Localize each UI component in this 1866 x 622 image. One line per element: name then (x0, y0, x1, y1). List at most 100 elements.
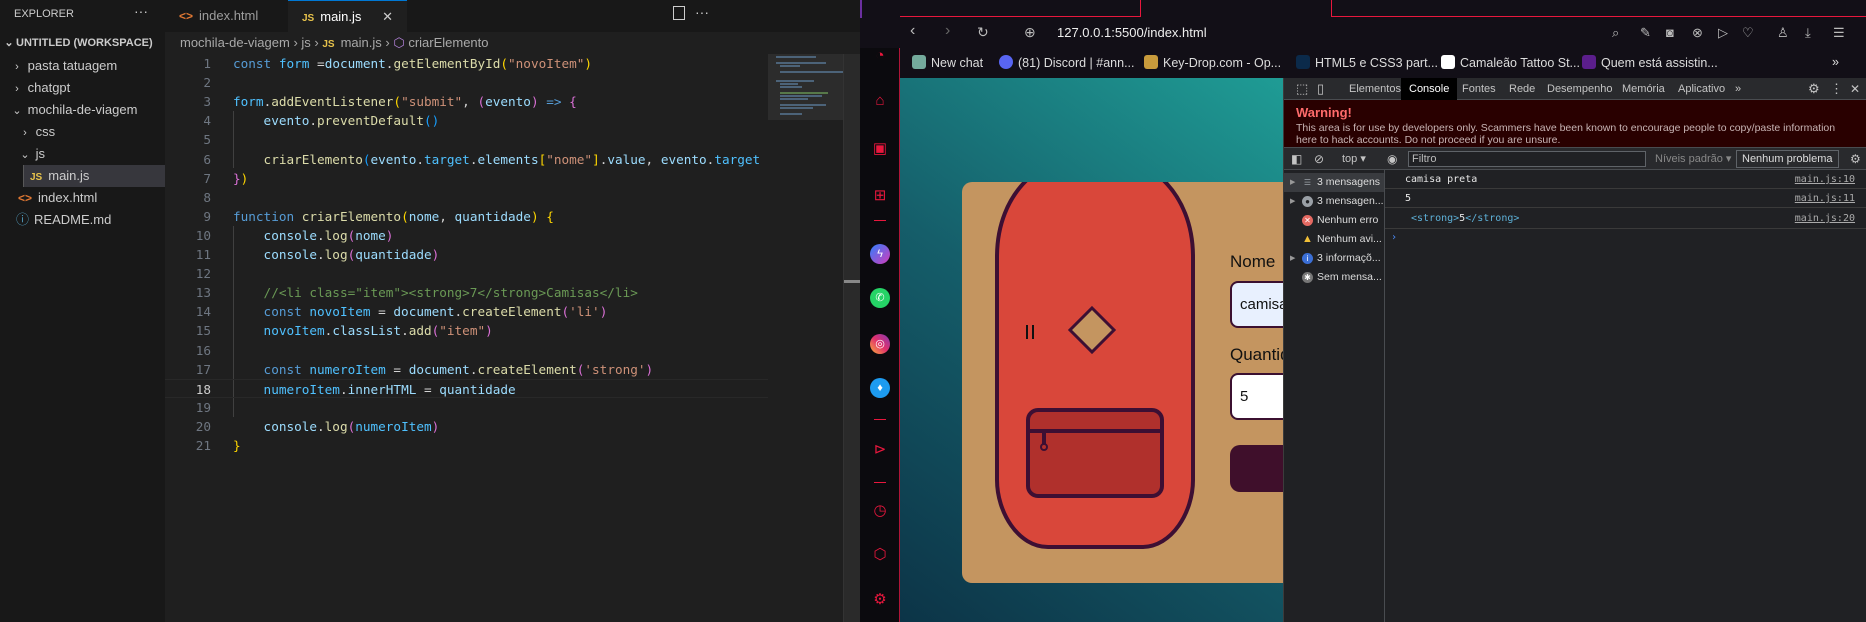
code-line[interactable]: 10 console.log(nome) (165, 226, 768, 245)
clear-console-icon[interactable]: ⊘ (1314, 148, 1324, 170)
edit-icon[interactable]: ✎ (1640, 25, 1651, 41)
more-options-icon[interactable]: ⋮ (1830, 78, 1843, 100)
tab-console[interactable]: Console (1401, 78, 1458, 100)
twitch-icon[interactable]: ▣ (870, 139, 890, 159)
twitter-icon[interactable]: ♦ (870, 378, 890, 398)
send-icon[interactable]: ▷ (1718, 25, 1728, 41)
live-expression-eye-icon[interactable]: ◉ (1387, 148, 1397, 170)
minimap[interactable] (768, 54, 843, 622)
console-prompt[interactable]: › (1385, 229, 1866, 247)
code-line[interactable]: 20 console.log(numeroItem) (165, 417, 768, 436)
history-clock-icon[interactable]: ◷ (870, 501, 890, 521)
code-line[interactable]: 4 evento.preventDefault() (165, 111, 768, 130)
tree-item-main-js[interactable]: JS main.js (23, 165, 165, 187)
bookmarks-more-button[interactable]: » (1832, 55, 1839, 69)
console-message[interactable]: <strong>5</strong> main.js:20 (1385, 208, 1866, 229)
split-editor-icon[interactable] (673, 6, 685, 20)
filter-input[interactable]: Filtro (1408, 151, 1646, 167)
speed-dial-icon[interactable]: ◔ (870, 46, 890, 66)
code-line[interactable]: 18 numeroItem.innerHTML = quantidade (165, 378, 768, 398)
code-line[interactable]: 5 (165, 130, 768, 149)
tree-item-pasta-tatuagem[interactable]: › pasta tatuagem (0, 55, 165, 77)
close-icon[interactable]: ✕ (1850, 78, 1860, 100)
messenger-icon[interactable]: ϟ (870, 244, 890, 264)
more-actions-icon[interactable]: ··· (134, 3, 148, 19)
code-line[interactable]: 8 (165, 188, 768, 207)
scrollbar-thumb[interactable] (844, 280, 861, 283)
active-browser-tab[interactable] (1140, 0, 1332, 17)
bookmark-camaleao[interactable]: Camaleão Tattoo St... (1441, 55, 1580, 70)
code-line[interactable]: 15 novoItem.classList.add("item") (165, 321, 768, 340)
tab-memoria[interactable]: Memória (1622, 78, 1665, 100)
bookmark-discord[interactable]: (81) Discord | #ann... (999, 55, 1135, 70)
breadcrumb-file[interactable]: main.js (341, 35, 382, 50)
code-line[interactable]: 19 (165, 398, 768, 417)
whatsapp-icon[interactable]: ✆ (870, 288, 890, 308)
profile-icon[interactable]: ♙ (1777, 25, 1789, 41)
source-link[interactable]: main.js:11 (1795, 189, 1855, 208)
code-line[interactable]: 17 const numeroItem = document.createEle… (165, 360, 768, 379)
forward-icon[interactable]: › (945, 22, 950, 40)
chip-icon[interactable]: ⊞ (870, 186, 890, 206)
tree-item-css[interactable]: › css (0, 121, 165, 143)
editor-scrollbar[interactable] (843, 54, 861, 622)
sidebar-messages[interactable]: ▶ ☰ 3 mensagens (1284, 173, 1384, 192)
tree-item-mochila-de-viagem[interactable]: ⌄ mochila-de-viagem (0, 99, 165, 121)
camera-icon[interactable]: ◙ (1666, 25, 1674, 40)
tab-desempenho[interactable]: Desempenho (1547, 78, 1612, 100)
breadcrumb-folder[interactable]: mochila-de-viagem (180, 35, 290, 50)
code-line[interactable]: 3 form.addEventListener("submit", (evento… (165, 92, 768, 111)
code-line[interactable]: 7}) (165, 169, 768, 188)
download-icon[interactable]: ⤓ (1805, 25, 1811, 41)
source-link[interactable]: main.js:10 (1795, 170, 1855, 189)
code-line[interactable]: 21} (165, 436, 768, 455)
tab-index-html[interactable]: <> index.html (165, 0, 288, 32)
back-icon[interactable]: ‹ (910, 22, 915, 40)
tab-fontes[interactable]: Fontes (1462, 78, 1496, 100)
console-settings-gear-icon[interactable]: ⚙ (1850, 148, 1861, 170)
more-actions-icon[interactable]: ··· (695, 4, 709, 20)
heart-icon[interactable]: ♡ (1742, 25, 1754, 41)
nome-input[interactable]: camisa preta (1230, 281, 1283, 328)
settings-gear-icon[interactable]: ⚙ (1808, 78, 1820, 100)
sidebar-user-messages[interactable]: ▶ ● 3 mensagen... (1284, 192, 1384, 211)
sidebar-info[interactable]: ▶ i 3 informaçõ... (1284, 249, 1384, 268)
code-line[interactable]: 2 (165, 73, 768, 92)
tab-aplicativo[interactable]: Aplicativo (1678, 78, 1725, 100)
tree-item-chatgpt[interactable]: › chatgpt (0, 77, 165, 99)
tab-elementos[interactable]: Elementos (1349, 78, 1401, 100)
inspect-element-icon[interactable]: ⬚ (1296, 78, 1308, 100)
add-button[interactable] (1230, 445, 1283, 492)
bookmark-html5-css3[interactable]: HTML5 e CSS3 part... (1296, 55, 1438, 70)
log-levels-dropdown[interactable]: Níveis padrão ▾ (1655, 148, 1731, 170)
quantidade-input[interactable]: 5 (1230, 373, 1283, 420)
url-field[interactable]: 127.0.0.1:5500/index.html (1057, 25, 1207, 40)
workspace-header[interactable]: ⌄ UNTITLED (WORKSPACE) (0, 32, 165, 54)
code-line[interactable]: 1 const form =document.getElementById("no… (165, 54, 768, 73)
bookmark-quem-esta-assistindo[interactable]: Quem está assistin... (1582, 55, 1718, 70)
context-selector[interactable]: top ▾ (1342, 148, 1366, 170)
code-editor[interactable]: 1 const form =document.getElementById("no… (165, 54, 768, 622)
code-line[interactable]: 12 (165, 264, 768, 283)
bookmark-new-chat[interactable]: New chat (912, 55, 983, 70)
breadcrumb-symbol[interactable]: criarElemento (408, 35, 488, 50)
bookmark-key-drop[interactable]: Key-Drop.com - Op... (1144, 55, 1281, 70)
tab-rede[interactable]: Rede (1509, 78, 1535, 100)
issues-button[interactable]: Nenhum problema (1736, 150, 1839, 168)
more-tabs-button[interactable]: » (1735, 78, 1741, 100)
code-line[interactable]: 13 //<li class="item"><strong>7</strong>… (165, 283, 768, 302)
reload-icon[interactable]: ↻ (977, 24, 989, 41)
sidebar-warnings[interactable]: ▲ Nenhum avi... (1284, 230, 1384, 249)
extensions-cube-icon[interactable]: ⬡ (870, 545, 890, 565)
player-icon[interactable]: ⊳ (870, 440, 890, 460)
code-line[interactable]: 14 const novoItem = document.createEleme… (165, 302, 768, 321)
sidebar-verbose[interactable]: ✱ Sem mensa... (1284, 268, 1384, 287)
cleaner-icon[interactable]: ⌂ (870, 91, 890, 111)
tree-item-js[interactable]: ⌄ js (0, 143, 165, 165)
settings-sliders-icon[interactable]: ☰ (1833, 25, 1845, 41)
sidebar-toggle-icon[interactable]: ◧ (1291, 148, 1302, 170)
device-toolbar-icon[interactable]: ▯ (1317, 78, 1324, 100)
code-line[interactable]: 16 (165, 341, 768, 360)
code-line[interactable]: 9 function criarElemento(nome, quantidade… (165, 207, 768, 226)
tree-item-index-html[interactable]: <> index.html (0, 187, 165, 209)
